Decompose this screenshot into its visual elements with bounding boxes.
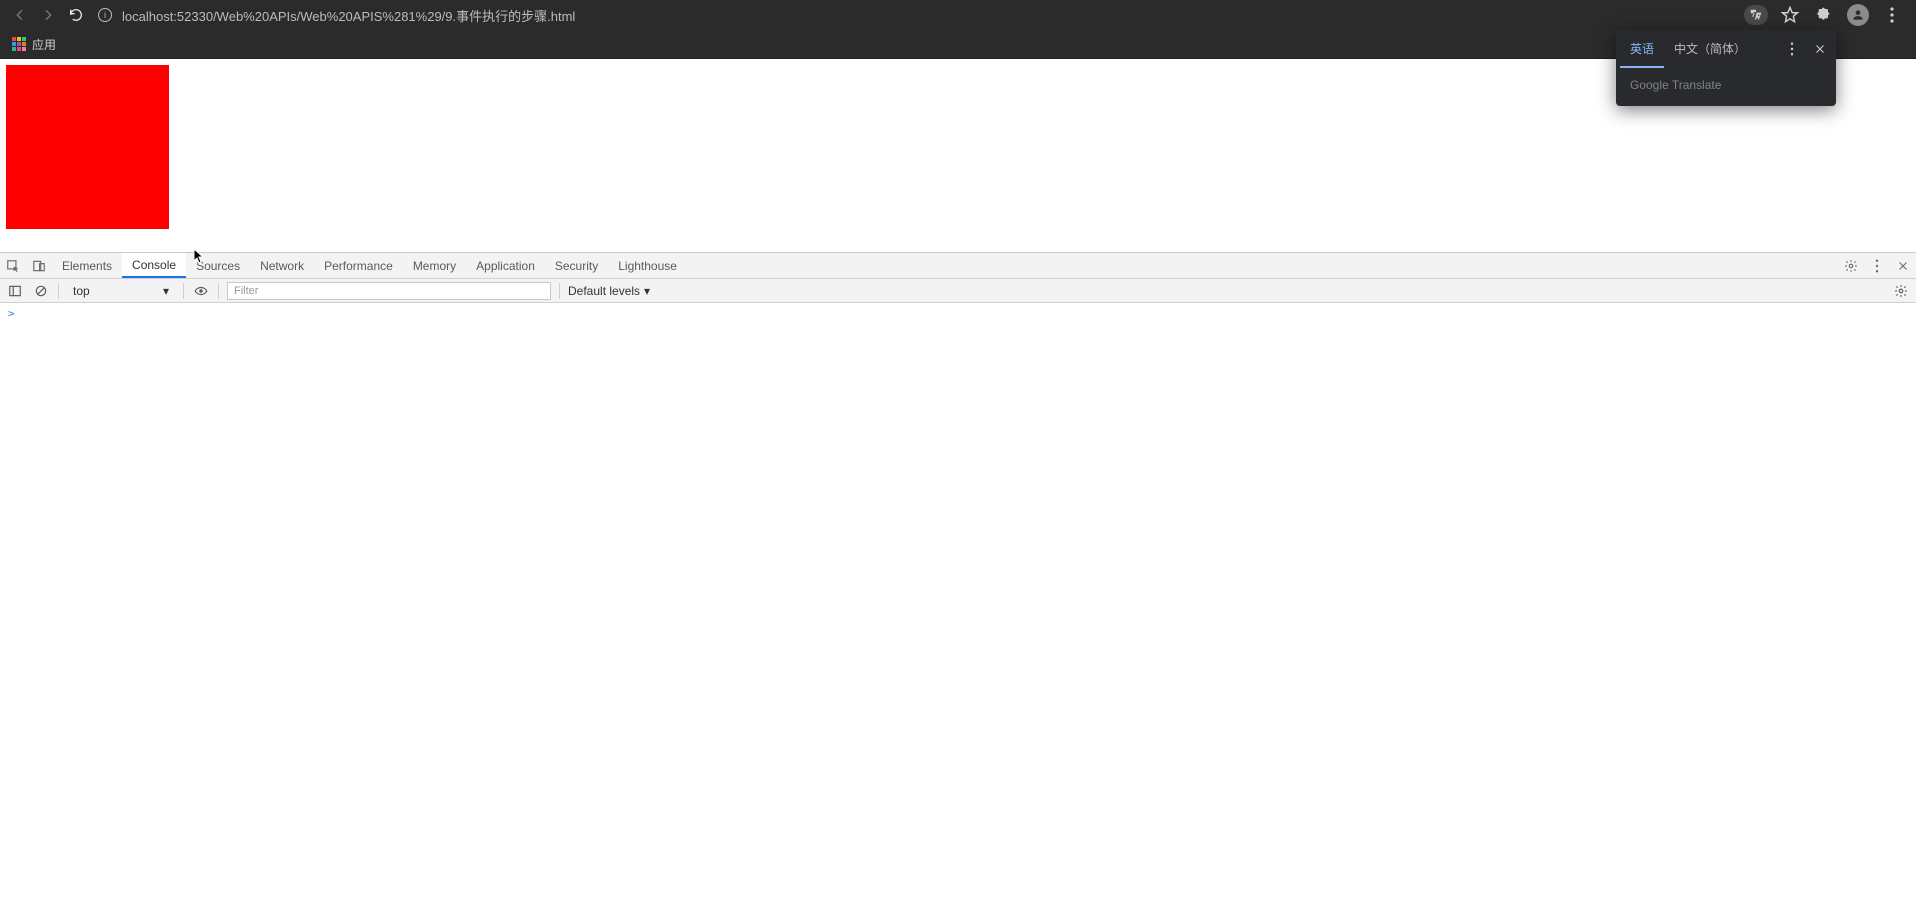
translate-tabs: 英语 中文（简体）	[1616, 30, 1836, 68]
translate-tab-english[interactable]: 英语	[1620, 30, 1664, 68]
translate-menu-icon[interactable]	[1780, 37, 1804, 61]
filter-input[interactable]: Filter	[227, 282, 551, 300]
apps-grid-icon	[12, 37, 26, 51]
mouse-cursor-icon	[194, 249, 205, 265]
console-body[interactable]: >	[0, 303, 1916, 897]
toggle-console-sidebar-icon[interactable]	[6, 282, 24, 300]
devtools-tabs: Elements Console Sources Network Perform…	[0, 253, 1916, 279]
tab-memory[interactable]: Memory	[403, 253, 466, 278]
levels-label: Default levels	[568, 284, 640, 298]
tab-application[interactable]: Application	[466, 253, 545, 278]
clear-console-icon[interactable]	[32, 282, 50, 300]
live-expression-icon[interactable]	[192, 282, 210, 300]
apps-label: 应用	[32, 36, 56, 53]
back-button[interactable]	[6, 1, 34, 29]
reload-button[interactable]	[62, 1, 90, 29]
site-info-icon[interactable]: i	[98, 8, 112, 22]
separator	[58, 283, 59, 299]
forward-button[interactable]	[34, 1, 62, 29]
inspect-element-icon[interactable]	[0, 253, 26, 279]
devtools-menu-icon[interactable]	[1864, 253, 1890, 279]
chevron-down-icon: ▾	[163, 284, 169, 298]
red-box-element[interactable]	[6, 65, 169, 229]
tab-performance[interactable]: Performance	[314, 253, 403, 278]
translate-close-icon[interactable]	[1808, 37, 1832, 61]
translate-tab-chinese[interactable]: 中文（简体）	[1664, 30, 1756, 68]
apps-shortcut[interactable]: 应用	[12, 36, 56, 53]
console-prompt: >	[8, 307, 15, 320]
profile-avatar[interactable]	[1846, 3, 1870, 27]
address-bar[interactable]: i localhost:52330/Web%20APIs/Web%20APIS%…	[98, 6, 1744, 25]
tab-console[interactable]: Console	[122, 253, 186, 278]
context-select[interactable]: top ▾	[67, 282, 175, 300]
toolbar-right	[1744, 3, 1910, 27]
devtools-close-icon[interactable]	[1890, 253, 1916, 279]
browser-toolbar: i localhost:52330/Web%20APIs/Web%20APIS%…	[0, 0, 1916, 30]
translate-popup: 英语 中文（简体） Google Translate	[1616, 30, 1836, 106]
extensions-icon[interactable]	[1812, 3, 1836, 27]
separator	[559, 283, 560, 299]
tab-network[interactable]: Network	[250, 253, 314, 278]
console-settings-icon[interactable]	[1892, 282, 1910, 300]
tab-security[interactable]: Security	[545, 253, 608, 278]
browser-menu-icon[interactable]	[1880, 3, 1904, 27]
tab-lighthouse[interactable]: Lighthouse	[608, 253, 687, 278]
url-text: localhost:52330/Web%20APIs/Web%20APIS%28…	[122, 6, 575, 25]
device-toolbar-icon[interactable]	[26, 253, 52, 279]
separator	[183, 283, 184, 299]
separator	[218, 283, 219, 299]
log-levels-select[interactable]: Default levels ▾	[568, 284, 650, 298]
star-icon[interactable]	[1778, 3, 1802, 27]
translate-body-text: Google Translate	[1616, 68, 1836, 106]
filter-placeholder: Filter	[234, 285, 258, 297]
devtools-settings-icon[interactable]	[1838, 253, 1864, 279]
translate-icon[interactable]	[1744, 5, 1768, 25]
chevron-down-icon: ▾	[644, 284, 650, 298]
console-toolbar: top ▾ Filter Default levels ▾	[0, 279, 1916, 303]
devtools-panel: Elements Console Sources Network Perform…	[0, 252, 1916, 897]
tab-elements[interactable]: Elements	[52, 253, 122, 278]
context-value: top	[73, 284, 90, 298]
